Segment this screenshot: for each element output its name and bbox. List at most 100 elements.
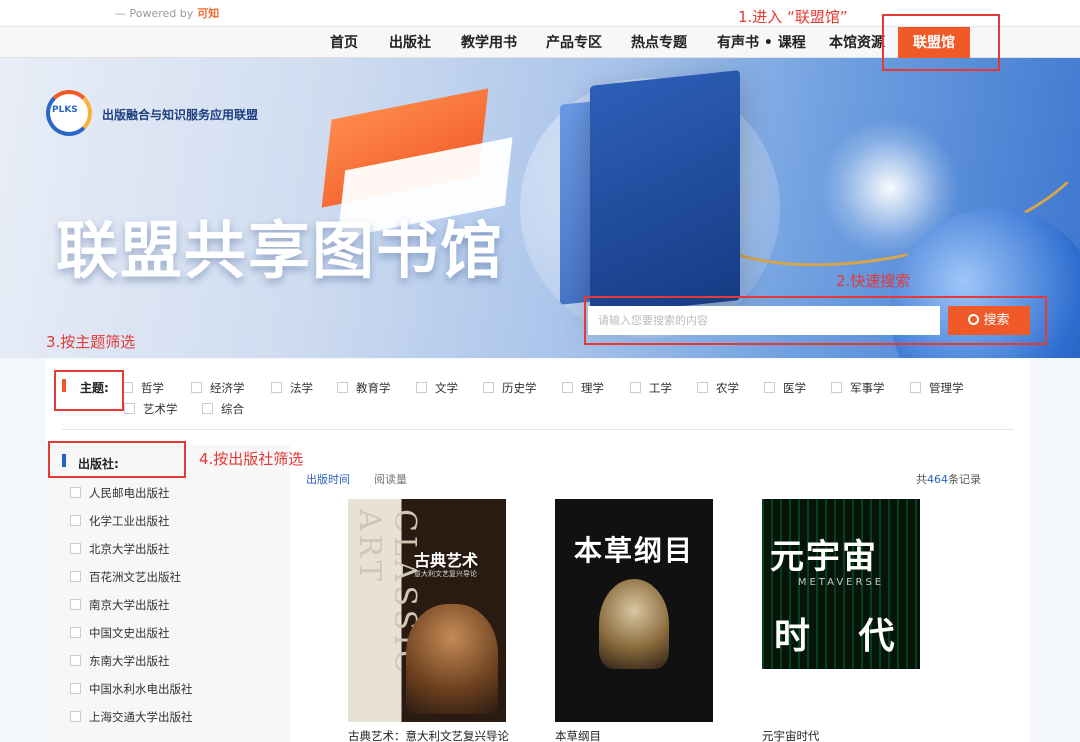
publisher-option[interactable]: 中国文史出版社 [70,625,170,641]
checkbox[interactable] [70,655,81,666]
publisher-option[interactable]: 南京大学出版社 [70,597,170,613]
book-title[interactable]: 古典艺术：意大利文艺复兴导论 [348,728,509,742]
checkbox[interactable] [697,382,708,393]
topic-option-label: 军事学 [850,381,885,395]
checkbox[interactable] [70,711,81,722]
book-cover[interactable]: CLASSIC ART 古典艺术 意大利文艺复兴导论 [348,499,506,722]
annotation-box-search [584,296,1047,345]
topic-option[interactable]: 医学 [764,380,806,396]
total-count: 共464条记录 [916,471,981,487]
annotation-step-1: 1.进入 “联盟馆” [738,8,848,26]
nav-item-audiobooks[interactable]: 有声书 • 课程 [717,27,806,59]
annotation-step-2: 2.快速搜索 [836,272,911,290]
results-area: 出版时间 阅读量 共464条记录 CLASSIC ART 古典艺术 意大利文艺复… [290,445,1030,742]
topic-option-label: 医学 [783,381,806,395]
annotation-step-3: 3.按主题筛选 [46,333,136,351]
topic-option[interactable]: 理学 [562,380,604,396]
checkbox[interactable] [831,382,842,393]
topic-option[interactable]: 经济学 [191,380,245,396]
book-card[interactable]: CLASSIC ART 古典艺术 意大利文艺复兴导论 古典艺术：意大利文艺复兴导… [348,499,509,742]
nav-item-textbooks[interactable]: 教学用书 [461,27,517,59]
checkbox[interactable] [70,599,81,610]
topic-option-label: 理学 [581,381,604,395]
topic-option-label: 法学 [290,381,313,395]
hero-decor [590,70,740,316]
total-prefix: 共 [916,473,927,486]
filter-panel: 主题: 哲学 经济学 法学 教育学 文学 历史学 理学 工学 农学 医学 军事学… [46,359,1030,742]
annotation-step-4: 4.按出版社筛选 [199,450,304,468]
topic-option-label: 教育学 [356,381,391,395]
checkbox[interactable] [764,382,775,393]
topic-option[interactable]: 教育学 [337,380,391,396]
publisher-option-label: 上海交通大学出版社 [89,710,193,724]
checkbox[interactable] [70,571,81,582]
cover-subtitle: 意大利文艺复兴导论 [414,570,477,578]
checkbox[interactable] [910,382,921,393]
cover-title: 本草纲目 [573,534,694,567]
checkbox[interactable] [70,543,81,554]
topic-option[interactable]: 综合 [202,401,244,417]
nav-item-publishers[interactable]: 出版社 [389,27,431,59]
book-cover[interactable]: 本草纲目 [555,499,713,722]
checkbox[interactable] [191,382,202,393]
publisher-option[interactable]: 人民邮电出版社 [70,485,170,501]
nav-item-products[interactable]: 产品专区 [546,27,602,59]
logo-title: 出版融合与知识服务应用联盟 [102,108,259,122]
checkbox[interactable] [630,382,641,393]
publisher-option-label: 东南大学出版社 [89,654,170,668]
topic-option-label: 经济学 [210,381,245,395]
checkbox[interactable] [271,382,282,393]
annotation-box-alliance [882,14,1000,71]
cover-title: 元宇宙 [770,537,878,577]
logo-mark: PLKS [52,105,78,115]
topic-option-label: 管理学 [929,381,964,395]
book-card[interactable]: 本草纲目 本草纲目 [555,499,713,742]
nav-item-library-resources[interactable]: 本馆资源 [829,27,885,59]
nav-item-topics[interactable]: 热点专题 [631,27,687,59]
book-cover[interactable]: 元宇宙 METAVERSE 时 代 [762,499,920,722]
topic-filter: 主题: 哲学 经济学 法学 教育学 文学 历史学 理学 工学 农学 医学 军事学… [46,359,1030,429]
checkbox[interactable] [70,627,81,638]
annotation-box-publisher [48,441,186,478]
sort-by-time[interactable]: 出版时间 [306,471,350,487]
divider [62,429,1014,430]
publisher-option[interactable]: 化学工业出版社 [70,513,170,529]
checkbox[interactable] [70,487,81,498]
topic-option-label: 工学 [649,381,672,395]
checkbox[interactable] [70,515,81,526]
sort-by-reads[interactable]: 阅读量 [374,471,407,487]
nav-item-home[interactable]: 首页 [330,27,358,59]
topic-option[interactable]: 哲学 [122,380,164,396]
topic-option-label: 农学 [716,381,739,395]
book-title[interactable]: 元宇宙时代 [762,728,920,742]
checkbox[interactable] [562,382,573,393]
total-suffix: 条记录 [948,473,981,486]
topic-option[interactable]: 军事学 [831,380,885,396]
book-title[interactable]: 本草纲目 [555,728,713,742]
topic-option[interactable]: 管理学 [910,380,964,396]
publisher-option-label: 北京大学出版社 [89,542,170,556]
cover-footer [762,669,920,722]
publisher-option[interactable]: 东南大学出版社 [70,653,170,669]
topic-option[interactable]: 工学 [630,380,672,396]
topic-option[interactable]: 文学 [416,380,458,396]
topic-option[interactable]: 历史学 [483,380,537,396]
topic-option[interactable]: 法学 [271,380,313,396]
publisher-option-label: 人民邮电出版社 [89,486,170,500]
topic-option[interactable]: 艺术学 [124,401,178,417]
book-card[interactable]: 元宇宙 METAVERSE 时 代 元宇宙时代 [762,499,920,742]
checkbox[interactable] [416,382,427,393]
powered-by: — Powered by 可知 [115,5,219,21]
checkbox[interactable] [124,403,135,414]
publisher-option[interactable]: 上海交通大学出版社 [70,709,193,725]
publisher-option[interactable]: 北京大学出版社 [70,541,170,557]
powered-brand[interactable]: 可知 [197,7,219,20]
publisher-option[interactable]: 百花洲文艺出版社 [70,569,181,585]
publisher-option[interactable]: 中国水利水电出版社 [70,681,193,697]
checkbox[interactable] [337,382,348,393]
checkbox[interactable] [483,382,494,393]
checkbox[interactable] [202,403,213,414]
checkbox[interactable] [70,683,81,694]
topic-option[interactable]: 农学 [697,380,739,396]
cover-title-line2: 时 代 [774,616,913,657]
